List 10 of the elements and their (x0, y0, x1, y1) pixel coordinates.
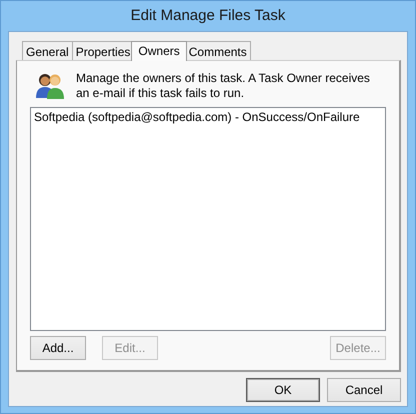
window-title: Edit Manage Files Task (130, 6, 286, 26)
owners-list[interactable]: Softpedia (softpedia@softpedia.com) - OnSuccess/OnFailure (30, 107, 386, 331)
cancel-button[interactable]: Cancel (327, 378, 401, 402)
tab[interactable]: Comments (184, 41, 251, 60)
description-text: Manage the owners of this task. A Task Owner receives an e-mail if this task fails to run. (76, 71, 371, 101)
owner-item[interactable]: Softpedia (softpedia@softpedia.com) - OnSuccess/OnFailure (32, 109, 362, 125)
tab[interactable]: General (22, 41, 73, 60)
tab[interactable]: Owners (131, 41, 187, 61)
add-button[interactable]: Add... (30, 336, 86, 360)
ok-button[interactable]: OK (246, 378, 320, 402)
